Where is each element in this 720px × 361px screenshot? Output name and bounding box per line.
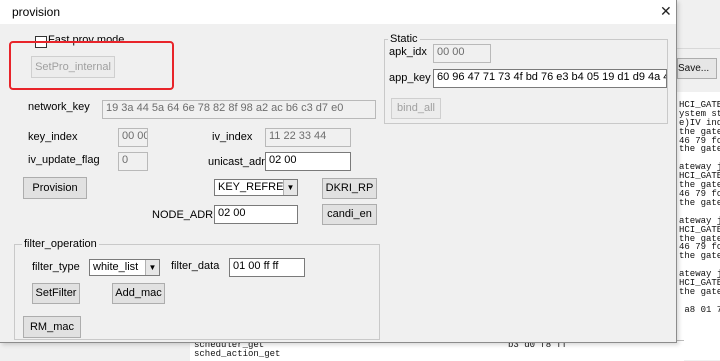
background-divider [676, 48, 720, 49]
close-icon[interactable]: ✕ [660, 3, 672, 20]
console-line: a8 01 7 [679, 304, 720, 315]
apk-idx-label: apk_idx [389, 46, 427, 58]
unicast-adr-field[interactable]: 02 00 [265, 152, 351, 171]
bind-all-button[interactable]: bind_all [391, 98, 441, 119]
network-key-label: network_key [28, 101, 90, 113]
log-line: sched_action_get [194, 349, 281, 359]
iv-update-flag-field[interactable]: 0 [118, 152, 148, 171]
chevron-down-icon[interactable]: ▼ [283, 180, 297, 195]
background-log-right: b3 d0 f8 ff [500, 340, 684, 361]
key-index-field[interactable]: 00 00 [118, 128, 148, 147]
provision-dialog: provision ✕ Fast prov mode SetPro_intern… [0, 0, 677, 343]
node-adr-field[interactable]: 02 00 [214, 205, 298, 224]
key-refresh-select[interactable]: KEY_REFRESH ▼ [214, 179, 298, 196]
app-key-label: app_key [389, 72, 431, 84]
filter-operation-title: filter_operation [22, 238, 99, 250]
filter-type-select[interactable]: white_list ▼ [89, 259, 160, 276]
rm-mac-button[interactable]: RM_mac [23, 316, 81, 338]
background-save-button[interactable]: Save... [677, 58, 717, 79]
add-mac-button[interactable]: Add_mac [112, 283, 165, 304]
key-index-label: key_index [28, 131, 78, 143]
filter-data-field[interactable]: 01 00 ff ff [229, 258, 305, 277]
node-adr-label: NODE_ADR [152, 209, 214, 221]
iv-update-flag-label: iv_update_flag [28, 154, 100, 166]
iv-index-label: iv_index [212, 131, 253, 143]
dkri-rp-button[interactable]: DKRI_RP [322, 178, 377, 199]
set-filter-button[interactable]: SetFilter [32, 283, 80, 304]
iv-index-field[interactable]: 11 22 33 44 [265, 128, 351, 147]
background-log-left: scheduler_get sched_action_get [190, 340, 504, 361]
filter-type-label: filter_type [32, 261, 80, 273]
apk-idx-field[interactable]: 00 00 [433, 44, 491, 63]
unicast-adr-label: unicast_adr [208, 156, 265, 168]
title-bar: provision ✕ [0, 0, 676, 24]
provision-button[interactable]: Provision [23, 177, 87, 199]
candi-en-button[interactable]: candi_en [322, 204, 377, 225]
network-key-field[interactable]: 19 3a 44 5a 64 6e 78 82 8f 98 a2 ac b6 c… [102, 100, 376, 119]
app-key-field[interactable]: 60 96 47 71 73 4f bd 76 e3 b4 05 19 d1 d… [433, 69, 667, 88]
filter-data-label: filter_data [171, 260, 220, 272]
dialog-title: provision [12, 5, 61, 19]
background-console-log[interactable]: HCI_GATEWystem stae)IV indethe gatew46 7… [676, 92, 720, 360]
static-group-title: Static [388, 33, 420, 45]
highlight-annotation [9, 41, 174, 90]
chevron-down-icon[interactable]: ▼ [145, 260, 159, 275]
